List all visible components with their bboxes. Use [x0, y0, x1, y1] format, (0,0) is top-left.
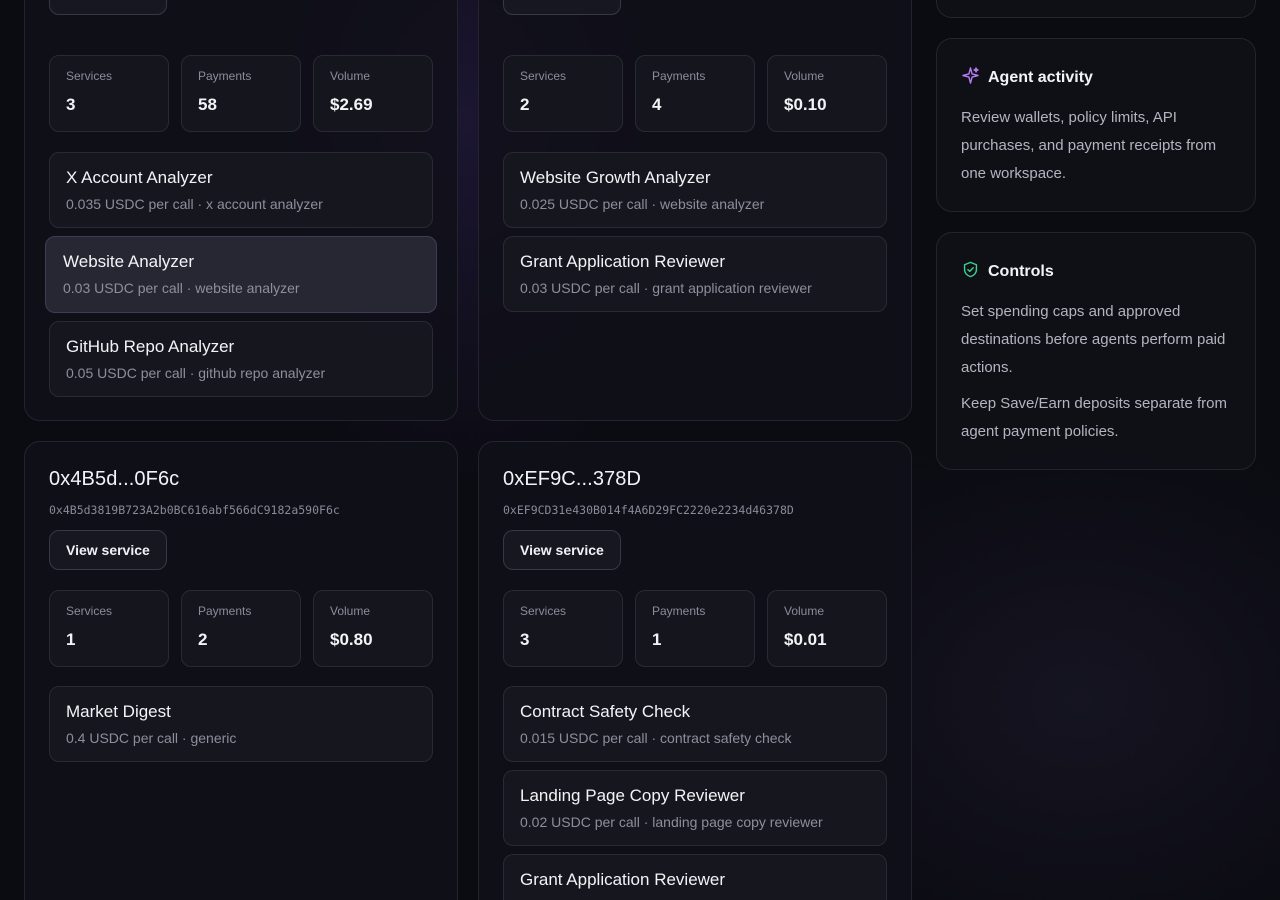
provider-address: 0x4B5d...0F6c — [49, 468, 180, 490]
service-item[interactable]: Landing Page Copy Reviewer 0.02 USDC per… — [503, 770, 887, 846]
stat-label: Volume — [330, 69, 371, 83]
stat-value: $0.10 — [784, 95, 827, 114]
stat-volume: Volume $0.01 — [767, 590, 887, 667]
service-meta: 0.025 USDC per call · website analyzer — [520, 196, 765, 212]
stat-label: Payments — [652, 604, 706, 618]
stat-payments: Payments 58 — [181, 55, 301, 132]
controls-card: Controls Set spending caps and approved … — [936, 232, 1256, 470]
service-item[interactable]: Market Digest 0.4 USDC per call · generi… — [49, 686, 433, 762]
stat-services: Services 3 — [49, 55, 169, 132]
stat-label: Services — [66, 604, 113, 618]
service-name: Market Digest — [66, 702, 171, 721]
service-item[interactable]: Grant Application Reviewer 0.03 USDC per… — [503, 236, 887, 312]
service-meta: 0.03 USDC per call · grant application r… — [520, 280, 812, 296]
stat-value: 2 — [520, 95, 530, 114]
agent-activity-text: Review wallets, policy limits, API purch… — [961, 109, 1217, 182]
service-meta: 0.05 USDC per call · github repo analyze… — [66, 365, 326, 381]
service-meta: 0.4 USDC per call · generic — [66, 730, 237, 746]
stat-volume: Volume $0.10 — [767, 55, 887, 132]
view-service-button[interactable]: View service — [503, 0, 621, 15]
stat-payments: Payments 4 — [635, 55, 755, 132]
stat-value: $0.01 — [784, 630, 827, 649]
provider-card: 0x4B5d...0F6c 0x4B5d3819B723A2b0BC616abf… — [24, 441, 458, 900]
stat-services: Services 3 — [503, 590, 623, 667]
stat-label: Payments — [198, 604, 252, 618]
service-meta: 0.02 USDC per call · landing page copy r… — [520, 814, 823, 830]
stat-label: Payments — [198, 69, 252, 83]
service-name: Contract Safety Check — [520, 702, 691, 721]
provider-stats: Services 1 Payments 2 Volume $0.80 — [49, 590, 433, 667]
controls-text-secondary: Keep Save/Earn deposits separate from ag… — [961, 395, 1227, 440]
sparkle-icon — [961, 66, 980, 90]
stat-services: Services 2 — [503, 55, 623, 132]
stat-value: 1 — [66, 630, 76, 649]
provider-card: View service Services 3 Payments 58 Volu… — [24, 0, 458, 421]
service-name: Website Growth Analyzer — [520, 168, 711, 187]
provider-card: View service Services 2 Payments 4 Volum… — [478, 0, 912, 421]
service-item[interactable]: Website Growth Analyzer 0.025 USDC per c… — [503, 152, 887, 228]
service-item[interactable]: Contract Safety Check 0.015 USDC per cal… — [503, 686, 887, 762]
service-name: Grant Application Reviewer — [520, 870, 726, 889]
stat-value: 1 — [652, 630, 662, 649]
sidebar-card-partial — [936, 0, 1256, 18]
stat-value: $2.69 — [330, 95, 373, 114]
view-service-button[interactable]: View service — [49, 530, 167, 570]
view-service-button[interactable]: View service — [49, 0, 167, 15]
provider-card: 0xEF9C...378D 0xEF9CD31e430B014f4A6D29FC… — [478, 441, 912, 900]
stat-label: Services — [66, 69, 113, 83]
stat-label: Volume — [784, 69, 825, 83]
service-item[interactable]: GitHub Repo Analyzer 0.05 USDC per call … — [49, 321, 433, 397]
provider-stats: Services 3 Payments 58 Volume $2.69 — [49, 55, 433, 132]
provider-address-full: 0x4B5d3819B723A2b0BC616abf566dC9182a590F… — [49, 503, 340, 517]
service-list: Market Digest 0.4 USDC per call · generi… — [49, 686, 433, 770]
provider-address-full: 0xEF9CD31e430B014f4A6D29FC2220e2234d4637… — [503, 503, 794, 517]
service-item-selected[interactable]: Website Analyzer 0.03 USDC per call · we… — [45, 236, 437, 313]
stat-value: 3 — [66, 95, 76, 114]
stat-label: Services — [520, 69, 567, 83]
agent-activity-card: Agent activity Review wallets, policy li… — [936, 38, 1256, 212]
service-item[interactable]: X Account Analyzer 0.035 USDC per call ·… — [49, 152, 433, 228]
stat-label: Volume — [330, 604, 371, 618]
provider-address: 0xEF9C...378D — [503, 468, 642, 490]
stat-value: 3 — [520, 630, 530, 649]
shield-check-icon — [961, 260, 980, 284]
stat-payments: Payments 1 — [635, 590, 755, 667]
stat-value: 58 — [198, 95, 217, 114]
service-name: X Account Analyzer — [66, 168, 213, 187]
agent-activity-title: Agent activity — [988, 69, 1093, 86]
stat-label: Payments — [652, 69, 706, 83]
service-meta: 0.035 USDC per call · x account analyzer — [66, 196, 323, 212]
service-name: Landing Page Copy Reviewer — [520, 786, 745, 805]
stat-value: 2 — [198, 630, 208, 649]
service-name: GitHub Repo Analyzer — [66, 337, 235, 356]
service-list: Contract Safety Check 0.015 USDC per cal… — [503, 686, 887, 900]
stat-volume: Volume $0.80 — [313, 590, 433, 667]
stat-payments: Payments 2 — [181, 590, 301, 667]
service-meta: 0.015 USDC per call · contract safety ch… — [520, 730, 792, 746]
provider-stats: Services 2 Payments 4 Volume $0.10 — [503, 55, 887, 132]
stat-label: Services — [520, 604, 567, 618]
stat-value: $0.80 — [330, 630, 373, 649]
service-name: Grant Application Reviewer — [520, 252, 726, 271]
view-service-button[interactable]: View service — [503, 530, 621, 570]
service-list: X Account Analyzer 0.035 USDC per call ·… — [45, 152, 437, 405]
stat-volume: Volume $2.69 — [313, 55, 433, 132]
provider-stats: Services 3 Payments 1 Volume $0.01 — [503, 590, 887, 667]
stat-value: 4 — [652, 95, 662, 114]
stat-services: Services 1 — [49, 590, 169, 667]
service-name: Website Analyzer — [63, 252, 195, 271]
service-list: Website Growth Analyzer 0.025 USDC per c… — [503, 152, 887, 320]
stat-label: Volume — [784, 604, 825, 618]
controls-text: Set spending caps and approved destinati… — [961, 303, 1226, 376]
service-item[interactable]: Grant Application Reviewer — [503, 854, 887, 900]
controls-title: Controls — [988, 263, 1054, 280]
service-meta: 0.03 USDC per call · website analyzer — [63, 280, 300, 296]
